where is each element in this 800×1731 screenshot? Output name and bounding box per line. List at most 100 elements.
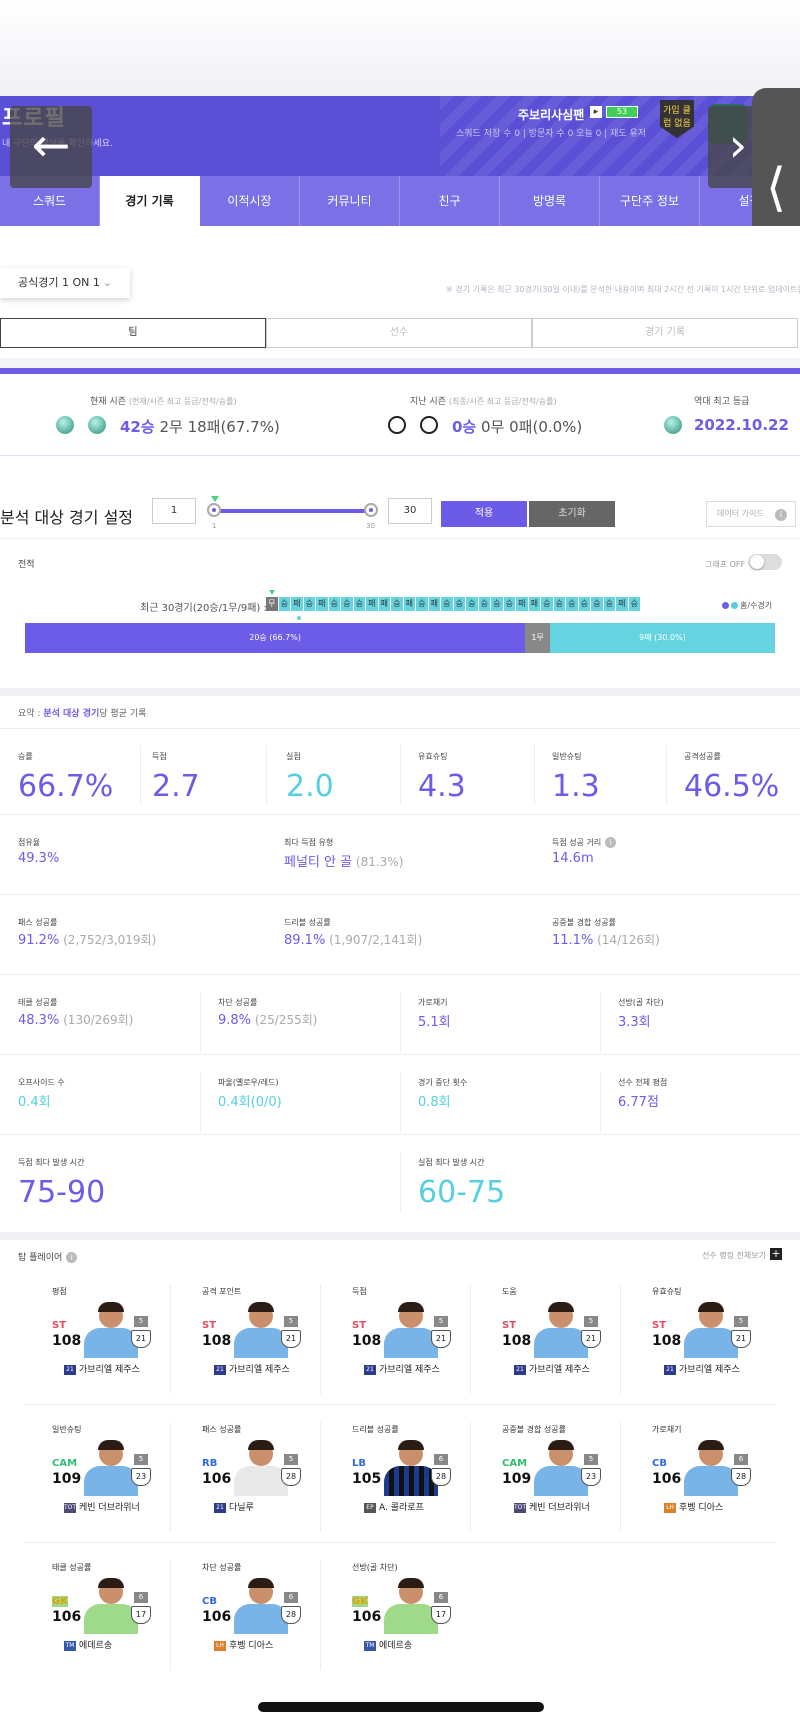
range-slider-track[interactable] [214, 509, 370, 513]
player-category: 평점 [52, 1287, 67, 1296]
player-name-line: EP A. 콜라로프 [364, 1500, 424, 1513]
result-cell: 패 [403, 597, 416, 611]
season-badge: 21 [64, 1364, 76, 1375]
result-cell: 승 [603, 597, 616, 611]
home-indicator[interactable] [258, 1702, 544, 1712]
range-min-handle[interactable] [207, 503, 221, 517]
graph-toggle-label: 그래프 OFF [705, 560, 746, 569]
player-category: 가로채기 [652, 1425, 682, 1434]
subtab-players[interactable]: 선수 [266, 318, 532, 348]
player-enhance-level: 6 [734, 1454, 748, 1465]
player-card[interactable]: 태클 성공률 GK 106 6 17 TM 에데르송 [0, 1546, 151, 1676]
player-card[interactable]: 드리블 성공률 LB 105 6 28 EP A. 콜라로프 [300, 1408, 451, 1538]
player-overall: 106 [352, 1609, 382, 1625]
player-card[interactable]: 도움 ST 108 5 21 21 가브리엘 제주스 [450, 1270, 601, 1400]
manager-arrow-icon[interactable]: ▸ [590, 106, 602, 118]
profile-page: 프로필 내 구단의 정보를 확인하세요. 주보리사심팬 ▸ 53 스쿼드 저장 … [0, 0, 800, 1731]
player-grade-badge: 28 [731, 1468, 751, 1486]
plus-icon[interactable]: + [770, 1248, 782, 1260]
player-name-line: 21 가브리엘 제주스 [664, 1362, 740, 1375]
divider [400, 1071, 401, 1131]
result-cell: 패 [528, 597, 541, 611]
player-name: 가브리엘 제주스 [529, 1365, 590, 1375]
season-badge: EP [364, 1502, 376, 1513]
player-card[interactable]: 득점 ST 108 5 21 21 가브리엘 제주스 [300, 1270, 451, 1400]
player-name-line: 21 다닐루 [214, 1500, 254, 1513]
data-guide-button[interactable]: 데이터 가이드 i [706, 501, 796, 527]
player-name-line: TOTS케빈 더브라위너 [64, 1500, 140, 1513]
player-card[interactable]: 평점 ST 108 5 21 21 가브리엘 제주스 [0, 1270, 151, 1400]
player-card[interactable]: 유효슈팅 ST 108 5 21 21 가브리엘 제주스 [600, 1270, 751, 1400]
divider [170, 1560, 171, 1670]
subtab-team[interactable]: 팀 [0, 318, 266, 348]
player-kit [534, 1328, 588, 1358]
last-season-label: 지난 시즌 (최종/시즌 최고 등급/전적/승률) [410, 397, 557, 407]
season-badge: 21 [664, 1364, 676, 1375]
match-type-dropdown[interactable]: 공식경기 1 ON 1 ⌄ [0, 268, 130, 298]
last-season-value: 0승 0무 0패(0.0%) [452, 418, 583, 436]
tab-match-record[interactable]: 경기 기록 [100, 176, 200, 226]
result-cell: 패 [316, 597, 329, 611]
player-category: 태클 성공률 [52, 1563, 92, 1572]
player-card[interactable]: 공중볼 경합 성공률 CAM 109 5 23 TOTS케빈 더브라위너 [450, 1408, 601, 1538]
player-hair [98, 1440, 124, 1450]
back-arrow-icon[interactable]: ← [10, 106, 92, 188]
player-name: 에데르송 [379, 1641, 413, 1651]
match-type-value: 공식경기 1 ON 1 [18, 276, 100, 289]
player-card[interactable]: 가로채기 CB 106 6 28 LH 후벵 디아스 [600, 1408, 751, 1538]
tab-friends[interactable]: 친구 [400, 176, 500, 226]
player-card[interactable]: 공격 포인트 ST 108 5 21 21 가브리엘 제주스 [150, 1270, 301, 1400]
reset-button[interactable]: 초기화 [529, 501, 615, 527]
player-grade-badge: 28 [281, 1606, 301, 1624]
player-name-line: TM 에데르송 [364, 1638, 412, 1651]
subtab-match-record[interactable]: 경기 기록 [532, 318, 798, 348]
player-card[interactable]: 선방(골 차단) GK 106 6 17 TM 에데르송 [300, 1546, 451, 1676]
season-badge: TOTS [514, 1502, 530, 1513]
tab-transfer[interactable]: 이적시장 [200, 176, 300, 226]
divider [600, 991, 601, 1051]
player-name-line: TOTS케빈 더브라위너 [514, 1500, 590, 1513]
season-badge: 21 [214, 1364, 226, 1375]
graph-toggle[interactable] [748, 554, 782, 570]
range-min-input[interactable]: 1 [152, 498, 196, 524]
result-cell: 승 [553, 597, 566, 611]
player-position: GK [52, 1596, 68, 1607]
info-icon[interactable]: i [66, 1252, 78, 1263]
player-hair [98, 1578, 124, 1588]
chevron-down-icon: ⌄ [102, 276, 112, 289]
summary-row-5: 오프사이드 수 0.4회 파울(옐로우/레드) 0.4회(0/0) 경기 중단 횟수… [0, 1054, 800, 1134]
divider [320, 1560, 321, 1670]
player-card[interactable]: 일반슈팅 CAM 109 5 23 TOTS케빈 더브라위너 [0, 1408, 151, 1538]
divider [170, 1422, 171, 1532]
player-card[interactable]: 패스 성공률 RB 106 5 28 21 다닐루 [150, 1408, 301, 1538]
player-grade-badge: 17 [431, 1606, 451, 1624]
tab-owner-info[interactable]: 구단주 정보 [600, 176, 700, 226]
best-grade-label: 역대 최고 등급 [694, 397, 750, 407]
view-all-ranking-link[interactable]: 선수 랭킹 전체보기 [702, 1250, 766, 1261]
player-overall: 106 [652, 1471, 682, 1487]
player-enhance-level: 5 [134, 1454, 148, 1465]
info-icon[interactable]: i [605, 837, 617, 848]
manager-name[interactable]: 주보리사심팬 [518, 106, 584, 123]
player-card[interactable]: 차단 성공률 CB 106 6 28 LH 후벵 디아스 [150, 1546, 301, 1676]
player-position: ST [52, 1320, 67, 1331]
range-max-handle[interactable] [364, 503, 378, 517]
row-separator [24, 1542, 776, 1543]
result-cell: 무 [266, 597, 279, 611]
data-guide-label: 데이터 가이드 [717, 509, 764, 518]
tab-community[interactable]: 커뮤니티 [300, 176, 400, 226]
record-title: 전적 [18, 560, 35, 570]
player-position: CAM [52, 1458, 78, 1469]
top-players-title: 탑 플레이어 i [18, 1250, 78, 1263]
player-hair [248, 1440, 274, 1450]
current-best-division-icon [88, 416, 106, 434]
player-position: GK [352, 1596, 368, 1607]
result-cell: 승 [578, 597, 591, 611]
range-max-input[interactable]: 30 [388, 498, 432, 524]
player-enhance-level: 6 [134, 1592, 148, 1603]
player-row: 일반슈팅 CAM 109 5 23 TOTS케빈 더브라위너 패스 성공률 RB 106 5 28 2… [0, 1408, 800, 1548]
tab-guestbook[interactable]: 방명록 [500, 176, 600, 226]
summary-row-2: 점유율 49.3% 최다 득점 유형 페널티 안 골 (81.3%) 득점 성공 거… [0, 814, 800, 894]
divider [170, 1284, 171, 1394]
apply-button[interactable]: 적용 [441, 501, 527, 527]
